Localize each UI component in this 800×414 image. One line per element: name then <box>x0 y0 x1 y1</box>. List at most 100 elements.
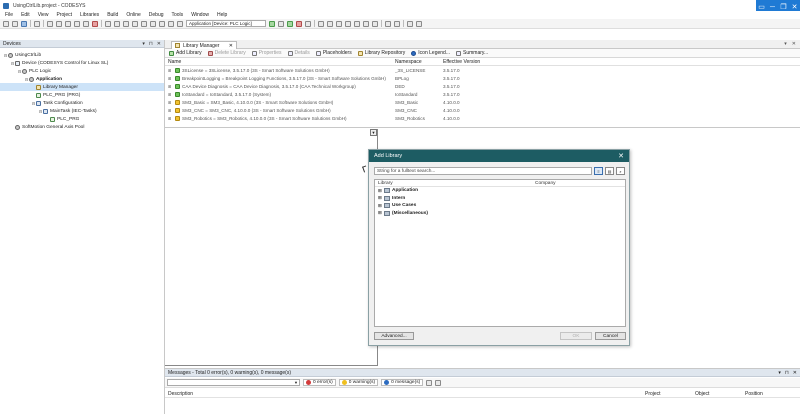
menu-tools[interactable]: Tools <box>172 12 184 18</box>
column-position[interactable]: Position <box>745 391 795 397</box>
summary-button[interactable]: Summary... <box>456 50 488 56</box>
close-icon[interactable]: ✕ <box>618 152 624 160</box>
table-row[interactable]: ⊞ BreakpointLogging = Breakpoint Logging … <box>165 74 800 82</box>
new-project-icon[interactable] <box>3 20 9 27</box>
fulltext-search-input[interactable]: String for a fulltext search... <box>374 167 592 175</box>
menu-project[interactable]: Project <box>56 12 72 18</box>
customize-icon[interactable] <box>416 20 422 27</box>
menu-edit[interactable]: Edit <box>21 12 30 18</box>
clean-icon[interactable] <box>150 20 156 27</box>
bookmark-icon[interactable] <box>123 20 129 27</box>
delete-library-button[interactable]: Delete Library <box>207 50 246 56</box>
step-out-icon[interactable] <box>345 20 351 27</box>
tree-node[interactable]: Library Manager <box>0 83 164 91</box>
column-name[interactable]: Name <box>165 59 395 65</box>
pin-icon[interactable]: ⊓ <box>149 41 153 47</box>
tree-node[interactable]: ⊟ MainTask (IEC-Tasks) <box>0 107 164 115</box>
online-config-icon[interactable] <box>407 20 413 27</box>
close-icon[interactable]: ✕ <box>793 370 797 376</box>
errors-filter[interactable]: 0 error(s) <box>303 379 336 386</box>
add-library-button[interactable]: Add Library <box>169 50 202 56</box>
print-icon[interactable] <box>34 20 40 27</box>
column-company[interactable]: Company <box>535 181 556 186</box>
compile-icon[interactable] <box>177 20 183 27</box>
undo-icon[interactable] <box>47 20 53 27</box>
expand-icon[interactable]: ⊞ <box>168 100 173 105</box>
active-application-combo[interactable]: Application [Device: PLC Logic] <box>186 20 266 27</box>
table-row[interactable]: ⊞ SM3_CNC = SM3_CNC, 4.10.0.0 (3S - Smart… <box>165 106 800 114</box>
find-icon[interactable] <box>105 20 111 27</box>
expand-icon[interactable]: ⊞ <box>168 84 173 89</box>
delete-icon[interactable] <box>92 20 98 27</box>
expand-icon[interactable]: ⊞ <box>168 108 173 113</box>
icon-legend-button[interactable]: Icon Legend... <box>411 50 450 56</box>
copy-icon[interactable] <box>74 20 80 27</box>
menu-build[interactable]: Build <box>107 12 118 18</box>
set-next-statement-icon[interactable] <box>363 20 369 27</box>
force-values-icon[interactable] <box>394 20 400 27</box>
list-item[interactable]: ⊞ Use Cases <box>375 202 625 210</box>
menu-file[interactable]: File <box>5 12 13 18</box>
tree-view-icon[interactable]: ≡ <box>594 167 603 175</box>
close-editor-icon[interactable]: ✕ <box>792 41 796 47</box>
messages-filter[interactable]: 0 message(s) <box>381 379 424 386</box>
tree-node[interactable]: ⊟ Application <box>0 75 164 83</box>
run-to-cursor-icon[interactable] <box>354 20 360 27</box>
tab-library-manager[interactable]: Library Manager ✕ <box>171 41 237 49</box>
stop-icon[interactable] <box>296 20 302 27</box>
next-message-icon[interactable] <box>426 379 433 386</box>
expand-icon[interactable]: ⊞ <box>168 116 173 121</box>
tree-node[interactable]: ⊟ UsingCtrlLib <box>0 51 164 59</box>
column-object[interactable]: Object <box>695 391 745 397</box>
tree-node[interactable]: PLC_PRG <box>0 115 164 123</box>
write-values-icon[interactable] <box>385 20 391 27</box>
menu-online[interactable]: Online <box>126 12 140 18</box>
open-project-icon[interactable] <box>12 20 18 27</box>
network-icon[interactable] <box>168 20 174 27</box>
start-icon[interactable] <box>287 20 293 27</box>
placeholders-button[interactable]: Placeholders <box>315 50 352 56</box>
table-row[interactable]: ⊞ SM3_Robotics = SM3_Robotics, 4.10.0.0 (… <box>165 114 800 122</box>
column-namespace[interactable]: Namespace <box>395 59 443 65</box>
menu-view[interactable]: View <box>38 12 49 18</box>
details-button[interactable]: Details <box>287 50 310 56</box>
table-row[interactable]: ⊞ CAA Device Diagnosis = CAA Device Diagn… <box>165 82 800 90</box>
tree-node[interactable]: ⊟ PLC Logic <box>0 67 164 75</box>
ok-button[interactable]: OK <box>560 332 592 340</box>
tree-node[interactable]: ⊟ Device (CODESYS Control for Linux SL) <box>0 59 164 67</box>
column-library[interactable]: Library <box>375 181 535 186</box>
clear-messages-icon[interactable] <box>435 379 442 386</box>
close-icon[interactable]: ✕ <box>157 41 161 47</box>
chevron-down-icon[interactable]: ▼ <box>370 129 377 136</box>
show-next-statement-icon[interactable] <box>372 20 378 27</box>
breakpoint-icon[interactable] <box>318 20 324 27</box>
message-category-select[interactable]: ▼ <box>167 379 300 386</box>
table-row[interactable]: ⊞ SM3_Basic = SM3_Basic, 4.10.0.0 (3S - S… <box>165 98 800 106</box>
redo-icon[interactable] <box>56 20 62 27</box>
advanced-button[interactable]: Advanced... <box>374 332 414 340</box>
expand-icon[interactable]: ⊞ <box>168 76 173 81</box>
column-description[interactable]: Description <box>165 391 645 397</box>
cut-icon[interactable] <box>65 20 71 27</box>
menu-help[interactable]: Help <box>217 12 227 18</box>
tab-list-icon[interactable]: ▾ <box>784 41 787 47</box>
pin-icon[interactable]: ⊓ <box>785 370 789 376</box>
list-item[interactable]: ⊞ Intern <box>375 195 625 203</box>
expand-icon[interactable]: ⊞ <box>168 92 173 97</box>
list-item[interactable]: ⊞ Application <box>375 187 625 195</box>
save-project-icon[interactable] <box>21 20 27 27</box>
tree-node[interactable]: PLC_PRG (PRG) <box>0 91 164 99</box>
login-icon[interactable] <box>269 20 275 27</box>
step-over-icon[interactable] <box>327 20 333 27</box>
cancel-button[interactable]: Cancel <box>595 332 626 340</box>
expand-icon[interactable]: ⊞ <box>168 68 173 73</box>
column-project[interactable]: Project <box>645 391 695 397</box>
device-icon[interactable] <box>159 20 165 27</box>
tree-node[interactable]: SoftMotion General Axis Pool <box>0 123 164 131</box>
table-row[interactable]: ⊞ 3SLicense = 3SLicense, 3.5.17.0 (3S - S… <box>165 66 800 74</box>
menu-libraries[interactable]: Libraries <box>80 12 99 18</box>
replace-icon[interactable] <box>114 20 120 27</box>
library-repository-button[interactable]: Library Repository <box>357 50 405 56</box>
panel-menu-icon[interactable]: ▾ <box>778 370 781 376</box>
rebuild-icon[interactable] <box>141 20 147 27</box>
